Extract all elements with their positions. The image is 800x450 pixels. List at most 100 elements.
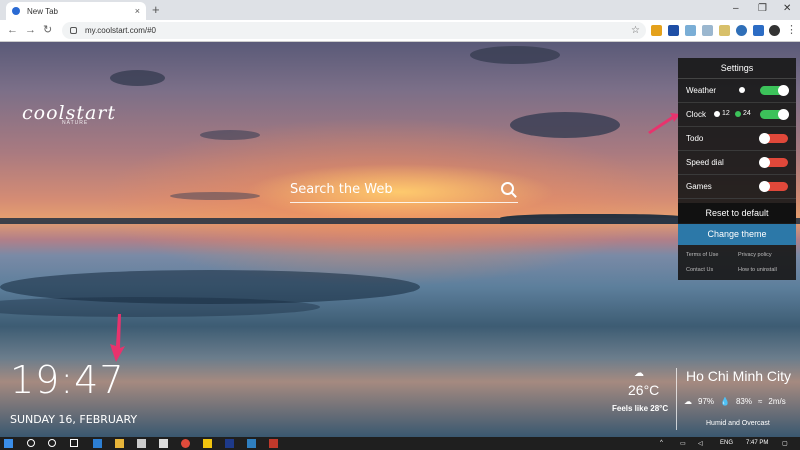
setting-row-weather: Weather bbox=[678, 79, 796, 103]
browser-tab[interactable]: New Tab × bbox=[6, 2, 146, 20]
clock-time: 19:47 bbox=[10, 358, 125, 402]
contact-link[interactable]: Contact Us bbox=[686, 267, 713, 273]
taskbar-clock[interactable]: 7:47 PM bbox=[746, 440, 768, 446]
toggle-knob bbox=[778, 85, 789, 96]
terms-link[interactable]: Terms of Use bbox=[686, 252, 718, 258]
weather-feels-like: Feels like 28°C bbox=[612, 404, 669, 413]
search-icon[interactable] bbox=[27, 439, 35, 447]
tray-arrow-icon[interactable]: ^ bbox=[660, 440, 663, 446]
setting-label: Weather bbox=[686, 86, 717, 95]
extension-icon[interactable] bbox=[719, 25, 730, 36]
mail-icon[interactable] bbox=[159, 439, 168, 448]
windows-taskbar: ^ ▭ ◁ ENG 7:47 PM ▢ bbox=[0, 437, 800, 450]
extension-icon[interactable] bbox=[753, 25, 764, 36]
address-bar[interactable]: my.coolstart.com/#0 ☆ bbox=[62, 22, 646, 39]
clock-12h-label: 12 bbox=[722, 110, 730, 117]
cortana-icon[interactable] bbox=[48, 439, 56, 447]
task-view-icon[interactable] bbox=[70, 439, 78, 447]
settings-panel: Settings Weather Clock 12 24 Todo Speed … bbox=[678, 58, 796, 280]
address-url: my.coolstart.com/#0 bbox=[85, 26, 156, 35]
menu-icon[interactable]: ⋮ bbox=[786, 23, 797, 38]
search-box bbox=[290, 178, 518, 203]
lock-icon bbox=[70, 27, 77, 34]
cloud-shape bbox=[170, 192, 260, 200]
wave-shape bbox=[0, 297, 320, 317]
games-toggle[interactable] bbox=[759, 181, 788, 192]
setting-row-todo: Todo bbox=[678, 127, 796, 151]
clock-24h-label: 24 bbox=[743, 110, 751, 117]
cloud-cover-value: 97% bbox=[698, 397, 715, 406]
extension-icon[interactable] bbox=[668, 25, 679, 36]
todo-toggle[interactable] bbox=[759, 133, 788, 144]
sticky-notes-icon[interactable] bbox=[203, 439, 212, 448]
extension-icon[interactable] bbox=[702, 25, 713, 36]
file-explorer-icon[interactable] bbox=[115, 439, 124, 448]
clock-12h-radio[interactable] bbox=[714, 111, 720, 117]
extension-icon[interactable] bbox=[685, 25, 696, 36]
toggle-knob bbox=[759, 181, 770, 192]
weather-city[interactable]: Ho Chi Minh City bbox=[686, 368, 791, 384]
photoshop-icon[interactable] bbox=[225, 439, 234, 448]
language-indicator[interactable]: ENG bbox=[720, 440, 733, 446]
edge-icon[interactable] bbox=[93, 439, 102, 448]
toggle-knob bbox=[778, 109, 789, 120]
weather-toggle[interactable] bbox=[760, 85, 789, 96]
tab-close-icon[interactable]: × bbox=[135, 6, 140, 16]
weather-divider bbox=[676, 368, 677, 430]
cloud-shape bbox=[110, 70, 165, 86]
search-input[interactable] bbox=[290, 178, 490, 200]
humidity-value: 83% bbox=[735, 397, 752, 406]
notification-icon[interactable]: ▢ bbox=[782, 440, 788, 447]
browser-tab-strip: New Tab × + – ❐ ✕ bbox=[0, 0, 800, 20]
browser-toolbar: ← → ↻ my.coolstart.com/#0 ☆ ⋮ bbox=[0, 20, 800, 42]
wind-icon: ≈ bbox=[758, 397, 763, 406]
setting-label: Todo bbox=[686, 134, 704, 143]
weather-temperature: 26°C bbox=[628, 382, 660, 398]
privacy-link[interactable]: Privacy policy bbox=[738, 252, 772, 258]
clock-toggle[interactable] bbox=[760, 109, 789, 120]
reset-default-button[interactable]: Reset to default bbox=[678, 203, 796, 223]
extension-icon[interactable] bbox=[736, 25, 747, 36]
uninstall-link[interactable]: How to uninstall bbox=[738, 267, 777, 273]
volume-icon[interactable]: ◁ bbox=[698, 440, 703, 447]
toggle-knob bbox=[759, 133, 770, 144]
setting-row-speed-dial: Speed dial bbox=[678, 151, 796, 175]
change-theme-button[interactable]: Change theme bbox=[678, 224, 796, 245]
close-window-button[interactable]: ✕ bbox=[783, 2, 791, 16]
search-icon[interactable] bbox=[501, 182, 514, 195]
toggle-knob bbox=[759, 157, 770, 168]
tab-favicon-icon bbox=[12, 7, 20, 15]
app-icon[interactable] bbox=[247, 439, 256, 448]
forward-arrow-icon[interactable]: → bbox=[25, 23, 36, 38]
speed-dial-toggle[interactable] bbox=[759, 157, 788, 168]
wind-value: 2m/s bbox=[768, 397, 786, 406]
cloud-shape bbox=[510, 112, 620, 138]
info-icon[interactable] bbox=[739, 87, 745, 93]
new-tab-button[interactable]: + bbox=[152, 2, 160, 18]
clock-24h-radio[interactable] bbox=[735, 111, 741, 117]
back-arrow-icon[interactable]: ← bbox=[7, 23, 18, 38]
restore-button[interactable]: ❐ bbox=[758, 2, 767, 16]
bookmark-star-icon[interactable]: ☆ bbox=[631, 25, 640, 36]
humidity-icon: 💧 bbox=[720, 397, 730, 406]
app-icon[interactable] bbox=[269, 439, 278, 448]
extension-icon[interactable] bbox=[651, 25, 662, 36]
reload-icon[interactable]: ↻ bbox=[43, 23, 52, 38]
cloud-shape bbox=[200, 130, 260, 140]
store-icon[interactable] bbox=[137, 439, 146, 448]
setting-row-clock: Clock 12 24 bbox=[678, 103, 796, 127]
minimize-button[interactable]: – bbox=[733, 2, 739, 16]
chrome-icon[interactable] bbox=[181, 439, 190, 448]
network-icon[interactable]: ▭ bbox=[680, 440, 686, 447]
cloud-icon: ☁ bbox=[634, 368, 644, 379]
profile-avatar[interactable] bbox=[769, 25, 780, 36]
weather-stats: ☁ 97% 💧 83% ≈ 2m/s bbox=[684, 397, 786, 406]
setting-row-games: Games bbox=[678, 175, 796, 199]
weather-description: Humid and Overcast bbox=[706, 420, 770, 427]
setting-label: Clock bbox=[686, 110, 707, 119]
settings-title: Settings bbox=[678, 58, 796, 79]
windows-start-icon[interactable] bbox=[4, 439, 13, 448]
brand-tagline: NATURE bbox=[62, 120, 89, 126]
annotation-arrow-icon bbox=[648, 113, 680, 134]
clock-date: SUNDAY 16, FEBRUARY bbox=[10, 413, 138, 426]
